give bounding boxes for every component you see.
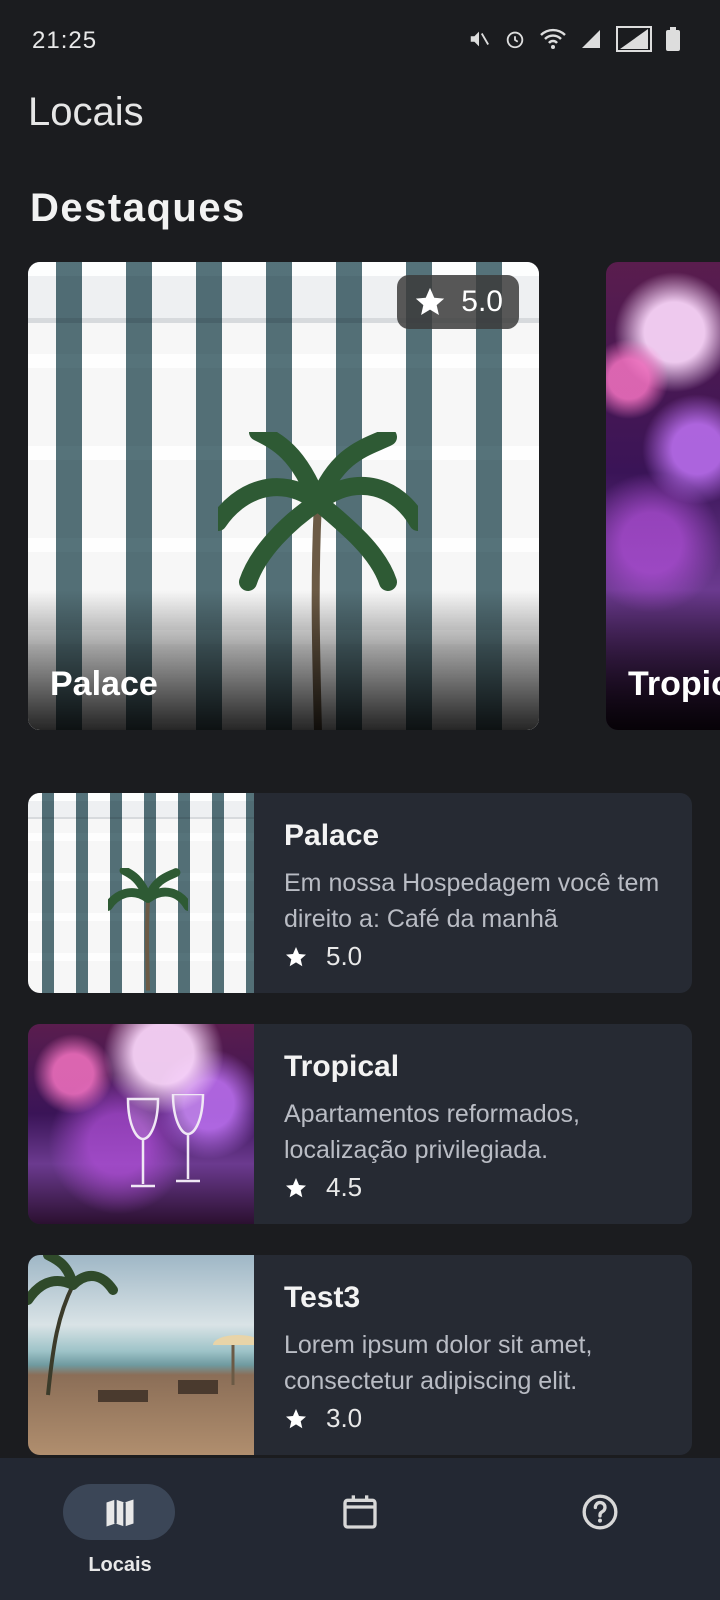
- palm-tree-icon: [108, 868, 188, 991]
- list-item-title: Palace: [284, 819, 380, 852]
- list-item-title: Test3: [284, 1281, 361, 1314]
- list-item-rating-value: 5.0: [326, 941, 363, 971]
- help-circle-icon: [582, 1494, 618, 1530]
- hotel-courtyard-image: [28, 793, 254, 993]
- featured-rating-value: 5.0: [461, 285, 503, 318]
- nav-label-locais: Locais: [88, 1554, 152, 1576]
- map-icon: [106, 1499, 134, 1527]
- beach-scene-icon: [28, 1255, 254, 1402]
- list-item-rating: 4.5: [284, 1172, 362, 1203]
- star-icon: [416, 287, 445, 316]
- list-item-rating-value: 3.0: [326, 1403, 363, 1433]
- status-bar: 21:25: [0, 0, 720, 80]
- featured-card-name: Tropical: [628, 665, 720, 703]
- mute-icon: [470, 31, 489, 47]
- beach-deck-image: [28, 1255, 254, 1455]
- section-title-highlights: Destaques: [30, 186, 246, 230]
- status-icons: [468, 26, 680, 52]
- wifi-icon: [540, 28, 566, 49]
- list-item-rating-value: 4.5: [326, 1172, 363, 1202]
- signal-icon: [582, 30, 600, 48]
- star-icon: [286, 1408, 306, 1428]
- list-item-description: Apartamentos reformados, localização pri…: [284, 1100, 580, 1164]
- list-item-description: Lorem ipsum dolor sit amet, consectetur …: [284, 1331, 593, 1395]
- featured-card-tropical[interactable]: Tropical: [606, 262, 720, 730]
- list-item-title: Tropical: [284, 1050, 400, 1083]
- nav-item-help[interactable]: [480, 1458, 720, 1600]
- featured-card-palace[interactable]: 5.0 Palace: [28, 262, 539, 730]
- list-item[interactable]: Tropical Apartamentos reformados, locali…: [28, 1024, 692, 1224]
- list-item-description: Em nossa Hospedagem você tem direito a: …: [284, 869, 660, 933]
- list-item[interactable]: Palace Em nossa Hospedagem você tem dire…: [28, 793, 692, 993]
- restaurant-lights-image: [28, 1024, 254, 1224]
- signal-icon: [616, 26, 652, 52]
- list-item-rating: 3.0: [284, 1403, 362, 1434]
- nav-item-calendar[interactable]: [240, 1458, 480, 1600]
- list-item[interactable]: Test3 Lorem ipsum dolor sit amet, consec…: [28, 1255, 692, 1455]
- bottom-navigation: Locais: [0, 1458, 720, 1600]
- featured-rating-chip: 5.0: [397, 275, 519, 329]
- app-title: Locais: [28, 90, 144, 134]
- nav-item-locais[interactable]: Locais: [0, 1458, 240, 1600]
- battery-icon: [666, 27, 680, 51]
- status-time: 21:25: [32, 27, 98, 54]
- list-item-rating: 5.0: [284, 941, 362, 972]
- star-icon: [286, 1177, 306, 1197]
- featured-card-name: Palace: [50, 665, 158, 703]
- wine-glass-icon: [126, 1094, 205, 1188]
- calendar-icon: [343, 1495, 377, 1529]
- alarm-icon: [506, 31, 524, 49]
- star-icon: [286, 946, 306, 966]
